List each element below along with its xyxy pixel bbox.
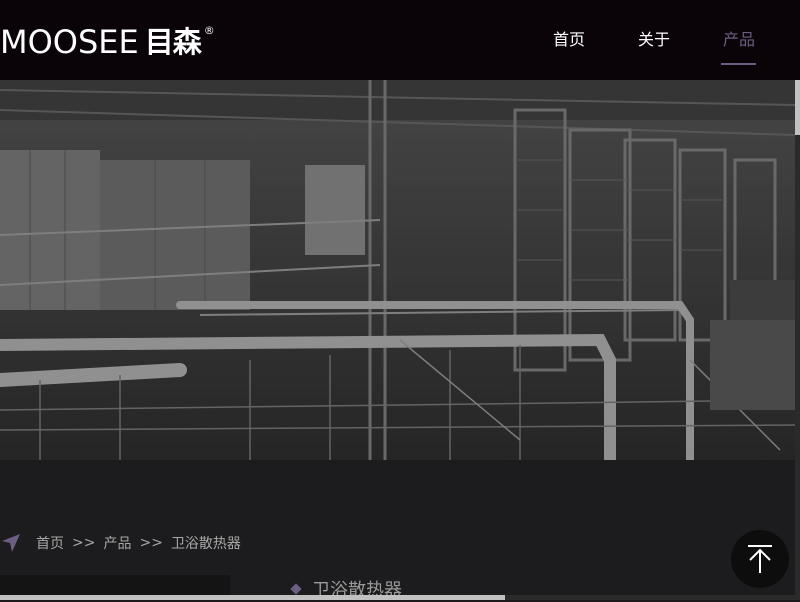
hero-banner: [0, 80, 795, 460]
breadcrumb: 首页 >> 产品 >> 卫浴散热器: [0, 528, 241, 558]
arrow-up-icon: [748, 545, 772, 573]
factory-image: [0, 80, 795, 460]
nav-item-home[interactable]: 首页: [553, 28, 585, 52]
vertical-scrollbar-thumb[interactable]: [795, 80, 800, 135]
logo-text-cn: 目森: [144, 25, 202, 59]
breadcrumb-separator: >>: [139, 535, 163, 551]
horizontal-scrollbar-thumb[interactable]: [0, 595, 505, 600]
registered-mark: ®: [203, 24, 215, 37]
nav-active-indicator: [721, 63, 756, 65]
location-arrow-icon: [2, 534, 20, 552]
breadcrumb-current[interactable]: 卫浴散热器: [171, 533, 241, 553]
nav-item-about[interactable]: 关于: [638, 28, 670, 52]
site-header: MOOSEE 目森 ® 首页 关于 产品: [0, 0, 800, 80]
back-to-top-button[interactable]: [731, 530, 789, 588]
breadcrumb-products[interactable]: 产品: [103, 533, 131, 553]
brand-logo[interactable]: MOOSEE 目森 ®: [0, 22, 215, 62]
logo-text-en: MOOSEE: [0, 23, 139, 61]
diamond-icon: [290, 583, 302, 595]
breadcrumb-separator: >>: [72, 535, 96, 551]
breadcrumb-home[interactable]: 首页: [36, 533, 64, 553]
nav-item-products[interactable]: 产品: [723, 28, 755, 52]
vertical-scrollbar-track[interactable]: [795, 80, 800, 600]
